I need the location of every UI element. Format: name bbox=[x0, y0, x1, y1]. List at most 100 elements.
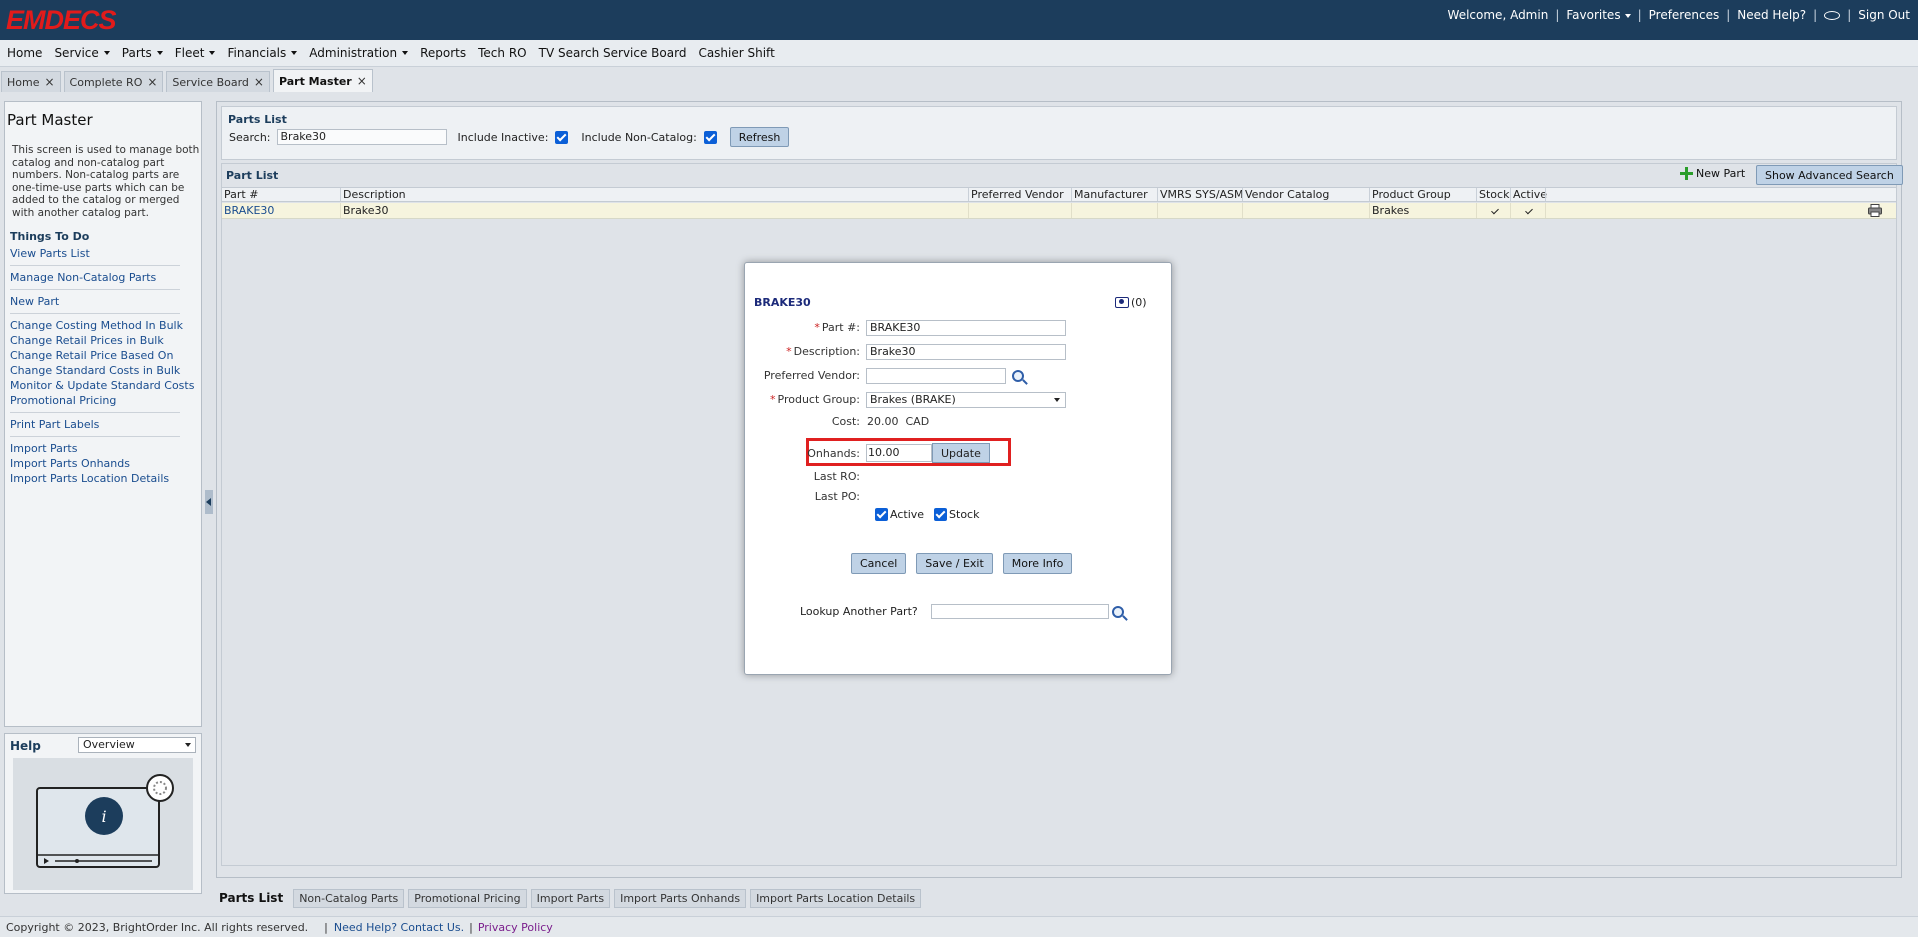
product-group-label: Product Group: bbox=[777, 393, 860, 406]
last-po-label: Last PO: bbox=[814, 490, 860, 503]
nav-tv-search-service-board[interactable]: TV Search Service Board bbox=[539, 46, 687, 60]
divider bbox=[10, 436, 180, 437]
stock-label: Stock bbox=[949, 508, 980, 521]
stock-checkbox[interactable] bbox=[934, 508, 948, 521]
close-icon[interactable]: × bbox=[254, 75, 264, 89]
tab-home[interactable]: Home × bbox=[1, 71, 61, 92]
nav-tech-ro[interactable]: Tech RO bbox=[478, 46, 526, 60]
preferred-vendor-label: Preferred Vendor: bbox=[763, 369, 860, 382]
chevron-down-icon bbox=[402, 51, 409, 55]
nav-cashier-shift[interactable]: Cashier Shift bbox=[698, 46, 774, 60]
bottom-tab-import-parts-onhands[interactable]: Import Parts Onhands bbox=[614, 888, 747, 908]
sign-out-link[interactable]: Sign Out bbox=[1858, 8, 1910, 22]
nav-parts[interactable]: Parts bbox=[122, 46, 163, 60]
update-onhands-button[interactable]: Update bbox=[932, 443, 990, 463]
save-exit-button[interactable]: Save / Exit bbox=[916, 553, 993, 574]
column-header[interactable]: Product Group bbox=[1369, 188, 1476, 201]
preferences-link[interactable]: Preferences bbox=[1649, 8, 1720, 22]
more-info-button[interactable]: More Info bbox=[1002, 553, 1073, 574]
table-row[interactable]: BRAKE30 Brake30 Brakes bbox=[222, 203, 1896, 219]
dialog-title: BRAKE30 bbox=[754, 296, 811, 309]
todo-link-print-part-labels[interactable]: Print Part Labels bbox=[10, 417, 180, 432]
todo-link-monitor-update-standard-costs[interactable]: Monitor & Update Standard Costs bbox=[10, 378, 194, 393]
show-advanced-search-button[interactable]: Show Advanced Search bbox=[1756, 165, 1903, 185]
collapse-panel-button[interactable] bbox=[205, 490, 213, 514]
description-label: Description: bbox=[793, 345, 860, 358]
column-header[interactable]: Part # bbox=[222, 188, 340, 201]
column-header[interactable]: Preferred Vendor bbox=[968, 188, 1071, 201]
active-checkbox[interactable] bbox=[875, 508, 888, 521]
nav-fleet[interactable]: Fleet bbox=[175, 46, 216, 60]
tab-complete-ro[interactable]: Complete RO × bbox=[63, 71, 164, 92]
todo-link-import-parts[interactable]: Import Parts bbox=[10, 441, 180, 456]
close-icon[interactable]: × bbox=[44, 75, 54, 89]
include-noncatalog-checkbox[interactable] bbox=[703, 130, 717, 144]
cancel-button[interactable]: Cancel bbox=[851, 553, 907, 574]
onhands-input[interactable]: 10.00 bbox=[866, 444, 932, 462]
todo-link-import-parts-location-details[interactable]: Import Parts Location Details bbox=[10, 471, 180, 486]
things-to-do-list: View Parts List Manage Non-Catalog Parts N… bbox=[10, 246, 194, 486]
todo-link-change-retail-price-based-on[interactable]: Change Retail Price Based On bbox=[10, 348, 180, 363]
tab-service-board[interactable]: Service Board × bbox=[166, 71, 270, 92]
search-label: Search: bbox=[229, 130, 271, 144]
column-header[interactable]: Stock bbox=[1476, 188, 1510, 201]
todo-link-change-retail-prices-in-bulk[interactable]: Change Retail Prices in Bulk bbox=[10, 333, 180, 348]
search-input[interactable]: Brake30 bbox=[276, 129, 447, 145]
chevron-down-icon bbox=[185, 743, 191, 747]
nav-administration[interactable]: Administration bbox=[309, 46, 409, 60]
todo-link-change-costing-method-in-bulk[interactable]: Change Costing Method In Bulk bbox=[10, 318, 183, 333]
column-header[interactable]: Active bbox=[1510, 188, 1547, 201]
photos-link[interactable]: (0) bbox=[1115, 296, 1147, 309]
refresh-button[interactable]: Refresh bbox=[729, 127, 790, 147]
close-icon[interactable]: × bbox=[357, 74, 367, 88]
app-logo[interactable]: EMDECS bbox=[6, 5, 117, 36]
bottom-tab-import-parts[interactable]: Import Parts bbox=[530, 888, 611, 908]
description-input[interactable]: Brake30 bbox=[866, 343, 1066, 360]
search-icon[interactable] bbox=[1111, 605, 1124, 618]
help-topic-select[interactable]: Overview bbox=[78, 737, 196, 753]
todo-link-import-parts-onhands[interactable]: Import Parts Onhands bbox=[10, 456, 180, 471]
include-inactive-checkbox[interactable] bbox=[555, 130, 569, 144]
bottom-tab-promotional-pricing[interactable]: Promotional Pricing bbox=[408, 888, 527, 908]
favorites-menu[interactable]: Favorites bbox=[1566, 8, 1631, 22]
bottom-tab-non-catalog-parts[interactable]: Non-Catalog Parts bbox=[293, 888, 405, 908]
help-video[interactable]: i bbox=[13, 758, 193, 890]
part-number-input[interactable]: BRAKE30 bbox=[866, 319, 1066, 336]
contact-us-link[interactable]: Need Help? Contact Us. bbox=[334, 921, 464, 934]
todo-link-view-parts-list[interactable]: View Parts List bbox=[10, 246, 180, 261]
column-header[interactable]: Manufacturer bbox=[1071, 188, 1157, 201]
nav-financials[interactable]: Financials bbox=[227, 46, 298, 60]
new-part-button[interactable]: New Part bbox=[1680, 167, 1745, 180]
column-header[interactable]: VMRS SYS/ASM bbox=[1157, 188, 1244, 201]
search-icon[interactable] bbox=[1012, 369, 1024, 382]
bottom-tab-parts-list[interactable]: Parts List bbox=[216, 888, 289, 908]
part-list-title: Part List bbox=[226, 169, 279, 182]
todo-link-change-standard-costs-in-bulk[interactable]: Change Standard Costs in Bulk bbox=[10, 363, 180, 378]
nav-reports[interactable]: Reports bbox=[420, 46, 466, 60]
main-nav: Home Service Parts Fleet Financials Administr… bbox=[0, 40, 1918, 67]
chevron-down-icon bbox=[209, 51, 216, 55]
todo-link-new-part[interactable]: New Part bbox=[10, 294, 180, 309]
privacy-policy-link[interactable]: Privacy Policy bbox=[478, 921, 553, 934]
column-header[interactable]: Vendor Catalog bbox=[1242, 188, 1369, 201]
lookup-part-input[interactable] bbox=[930, 604, 1109, 619]
preferred-vendor-input[interactable] bbox=[866, 367, 1006, 384]
parts-list-title: Parts List bbox=[228, 113, 287, 126]
welcome-text: Welcome, Admin bbox=[1447, 8, 1549, 22]
cell-stock bbox=[1476, 203, 1510, 218]
nav-home[interactable]: Home bbox=[7, 46, 42, 60]
column-header[interactable]: Description bbox=[340, 188, 968, 201]
nav-service[interactable]: Service bbox=[54, 46, 110, 60]
need-help-link[interactable]: Need Help? bbox=[1737, 8, 1806, 22]
printer-icon[interactable] bbox=[1868, 204, 1882, 217]
chat-icon[interactable] bbox=[1824, 10, 1841, 20]
bottom-tab-import-parts-location-details[interactable]: Import Parts Location Details bbox=[750, 888, 922, 908]
cell-part[interactable]: BRAKE30 bbox=[222, 203, 340, 218]
close-icon[interactable]: × bbox=[147, 75, 157, 89]
help-title: Help bbox=[10, 739, 41, 753]
product-group-select[interactable]: Brakes (BRAKE) bbox=[866, 391, 1066, 408]
todo-link-promotional-pricing[interactable]: Promotional Pricing bbox=[10, 393, 180, 408]
chevron-down-icon bbox=[1624, 13, 1631, 18]
tab-part-master[interactable]: Part Master × bbox=[272, 69, 373, 92]
todo-link-manage-non-catalog-parts[interactable]: Manage Non-Catalog Parts bbox=[10, 270, 180, 285]
